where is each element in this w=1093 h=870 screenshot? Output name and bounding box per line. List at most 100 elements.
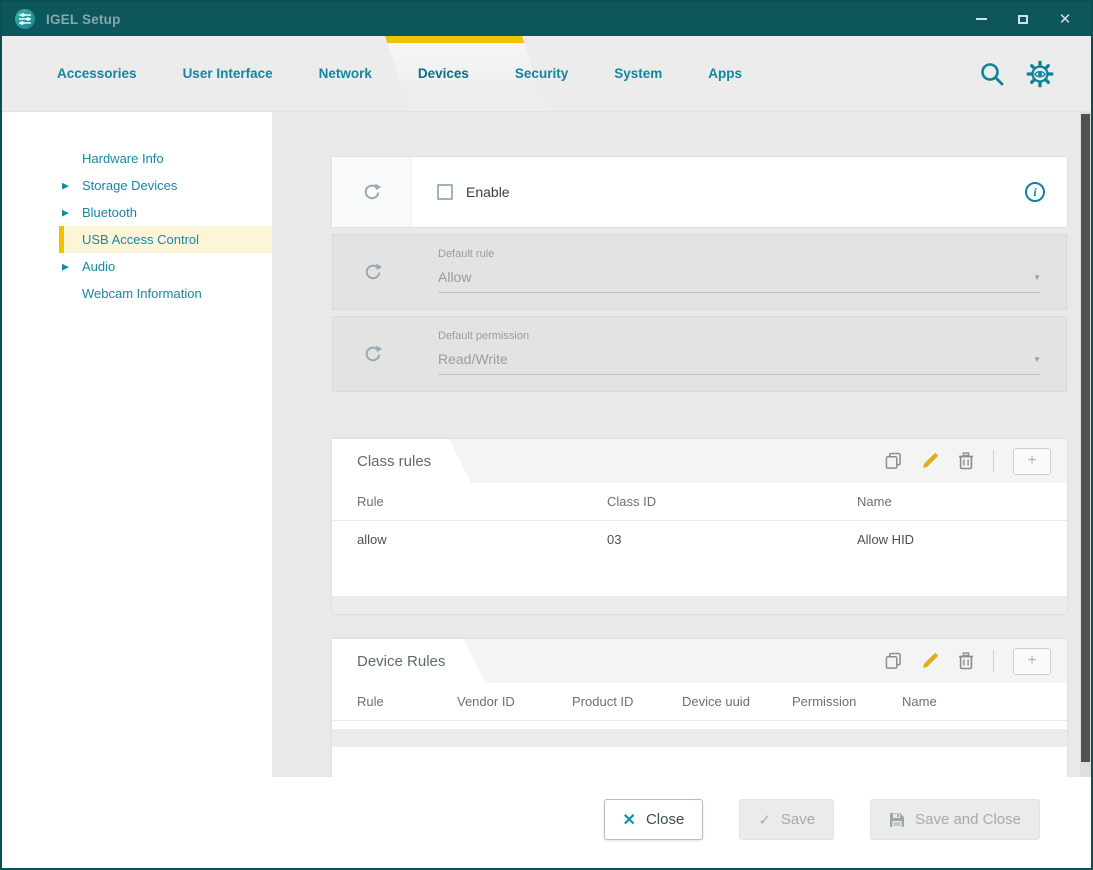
enable-label: Enable (466, 184, 510, 200)
maximize-button[interactable] (1015, 11, 1031, 27)
field-label: Default rule (438, 248, 1041, 260)
sidebar: Hardware Info ▶ Storage Devices ▶ Blueto… (2, 112, 272, 868)
cell-name: Allow HID (857, 532, 1067, 547)
tab-user-interface[interactable]: User Interface (160, 36, 296, 111)
add-device-rule-button[interactable]: + (1013, 648, 1051, 675)
class-rule-row[interactable]: allow 03 Allow HID (332, 521, 1067, 557)
cell-class-id: 03 (607, 532, 857, 547)
minimize-button[interactable] (973, 11, 989, 27)
chevron-down-icon: ▼ (1033, 355, 1041, 364)
tab-label: User Interface (183, 66, 273, 81)
sidebar-item-audio[interactable]: ▶ Audio (2, 253, 272, 280)
sidebar-item-label: USB Access Control (82, 232, 199, 247)
search-icon[interactable] (979, 61, 1005, 87)
sidebar-item-bluetooth[interactable]: ▶ Bluetooth (2, 199, 272, 226)
delete-trash-icon[interactable] (958, 452, 974, 470)
column-header: Class ID (607, 494, 857, 509)
default-rule-dropdown[interactable]: Allow ▼ (438, 269, 1041, 293)
copy-icon[interactable] (885, 452, 902, 470)
tab-bar: Accessories User Interface Network Devic… (2, 36, 1091, 112)
edit-pencil-icon[interactable] (921, 452, 939, 470)
tab-label: Security (515, 66, 568, 81)
footer: ✕ Close ✓ Save Save and Close (272, 777, 1091, 868)
vertical-scrollbar[interactable] (1080, 112, 1091, 777)
delete-trash-icon[interactable] (958, 652, 974, 670)
sync-icon (362, 182, 382, 202)
column-header: Rule (357, 694, 457, 709)
parameter-icon-zone (333, 317, 413, 391)
scrollbar-thumb[interactable] (1081, 114, 1090, 762)
device-rules-actions: + (885, 648, 1067, 675)
save-button[interactable]: ✓ Save (739, 799, 834, 840)
section-title: Device Rules (332, 639, 485, 683)
window-controls: ✕ (973, 11, 1079, 27)
table-empty-space (332, 557, 1067, 596)
class-rules-header: Class rules (332, 439, 1067, 483)
sidebar-item-label: Storage Devices (82, 178, 177, 193)
tab-label: Network (319, 66, 372, 81)
save-and-close-button[interactable]: Save and Close (870, 799, 1040, 840)
sidebar-item-webcam-information[interactable]: Webcam Information (2, 280, 272, 307)
device-rules-header: Device Rules (332, 639, 1067, 683)
tab-security[interactable]: Security (492, 36, 591, 111)
field-label: Default permission (438, 330, 1041, 342)
close-window-button[interactable]: ✕ (1057, 11, 1073, 27)
default-permission-field: Default permission Read/Write ▼ (438, 330, 1041, 391)
igel-setup-window: IGEL Setup ✕ Accessories User Interface … (0, 0, 1093, 870)
sidebar-item-storage-devices[interactable]: ▶ Storage Devices (2, 172, 272, 199)
class-rules-table-header: Rule Class ID Name (332, 483, 1067, 521)
table-empty-space (332, 747, 1067, 777)
copy-icon[interactable] (885, 652, 902, 670)
expand-arrow-icon[interactable]: ▶ (62, 207, 69, 218)
tab-label: Apps (708, 66, 742, 81)
chevron-down-icon: ▼ (1033, 273, 1041, 282)
section-title: Class rules (332, 439, 471, 483)
add-class-rule-button[interactable]: + (1013, 448, 1051, 475)
sidebar-item-usb-access-control[interactable]: USB Access Control (2, 226, 272, 253)
enable-checkbox[interactable] (437, 184, 453, 200)
sidebar-item-label: Audio (82, 259, 115, 274)
tab-label: Devices (418, 66, 469, 81)
horizontal-scrollbar-track[interactable] (332, 596, 1067, 614)
column-header: Device uuid (682, 694, 792, 709)
horizontal-scrollbar-track[interactable] (332, 729, 1067, 747)
tab-apps[interactable]: Apps (685, 36, 765, 111)
sidebar-item-label: Bluetooth (82, 205, 137, 220)
column-header: Name (857, 494, 1067, 509)
close-button-label: Close (646, 811, 684, 828)
enable-card: Enable i (332, 157, 1067, 227)
tabbar-icons (979, 36, 1055, 112)
tab-devices[interactable]: Devices (395, 36, 492, 111)
dropdown-value: Read/Write (438, 351, 508, 367)
default-rule-field: Default rule Allow ▼ (438, 248, 1041, 309)
close-x-icon: ✕ (623, 810, 636, 830)
dropdown-value: Allow (438, 269, 471, 285)
save-floppy-icon (889, 812, 905, 828)
sidebar-item-hardware-info[interactable]: Hardware Info (2, 145, 272, 172)
close-button[interactable]: ✕ Close (604, 799, 704, 840)
titlebar: IGEL Setup ✕ (2, 2, 1091, 36)
sidebar-item-label: Hardware Info (82, 151, 164, 166)
info-icon[interactable]: i (1025, 182, 1045, 202)
column-header: Name (902, 694, 1067, 709)
expand-arrow-icon[interactable]: ▶ (62, 261, 69, 272)
tab-system[interactable]: System (591, 36, 685, 111)
minimize-icon (976, 18, 987, 20)
save-button-label: Save (781, 811, 815, 828)
default-rule-row: Default rule Allow ▼ (332, 234, 1067, 310)
default-permission-dropdown[interactable]: Read/Write ▼ (438, 351, 1041, 375)
device-rules-table-header: Rule Vendor ID Product ID Device uuid Pe… (332, 683, 1067, 721)
settings-visibility-icon[interactable] (1025, 60, 1055, 88)
spacer (332, 721, 1067, 729)
expand-arrow-icon[interactable]: ▶ (62, 180, 69, 191)
sidebar-item-label: Webcam Information (82, 286, 202, 301)
default-permission-row: Default permission Read/Write ▼ (332, 316, 1067, 392)
edit-pencil-icon[interactable] (921, 652, 939, 670)
tab-network[interactable]: Network (296, 36, 395, 111)
tab-accessories[interactable]: Accessories (34, 36, 160, 111)
igel-logo-icon (14, 8, 36, 30)
sync-icon (363, 344, 383, 364)
column-header: Vendor ID (457, 694, 572, 709)
column-header: Permission (792, 694, 902, 709)
class-rules-card: Class rules (332, 439, 1067, 614)
